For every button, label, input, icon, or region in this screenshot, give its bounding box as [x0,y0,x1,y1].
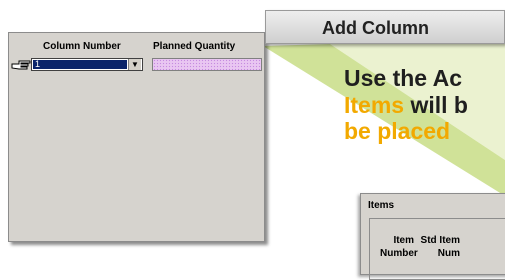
chevron-down-icon[interactable]: ▼ [128,59,141,70]
add-column-label: Add Column [322,18,429,38]
instruction-line-2: Items will b [344,92,468,119]
item-number-header-line2: Number [380,248,418,259]
instruction-line-3: be placed [344,118,451,144]
item-number-header: Item Number [380,234,418,260]
items-table: Item Number Std Item Num [369,218,505,280]
planned-quantity-header: Planned Quantity [153,41,236,52]
column-editor-panel: Column Number Planned Quantity 1 ▼ [8,32,265,242]
item-number-header-line1: Item [393,235,414,246]
instruction-highlight-items: Items [344,92,405,118]
std-item-num-header: Std Item Num [420,234,460,260]
items-panel-title: Items [368,200,395,211]
column-number-header: Column Number [43,41,121,52]
std-item-header-line2: Num [437,248,460,259]
column-number-select[interactable]: 1 ▼ [31,58,143,71]
instruction-line-2-rest: will b [404,92,468,118]
std-item-header-line1: Std Item [420,235,460,246]
planned-quantity-input[interactable] [152,58,262,71]
items-panel: Items Item Number Std Item Num [360,193,505,280]
instruction-line-1: Use the Ac [344,65,463,91]
add-column-button[interactable]: Add Column [265,10,505,44]
column-number-value: 1 [33,60,127,69]
